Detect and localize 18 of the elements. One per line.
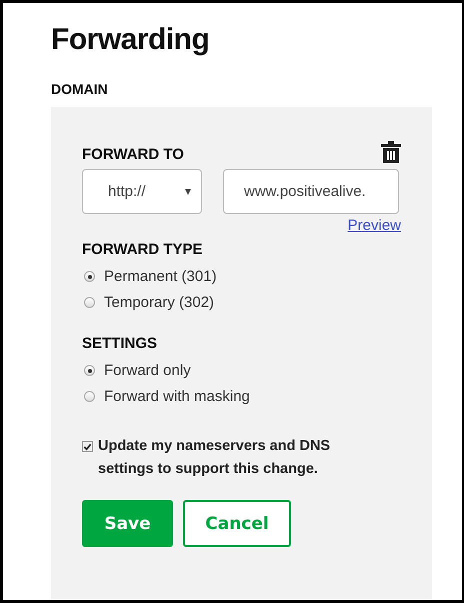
radio-option[interactable]: Forward only: [82, 362, 191, 379]
checkbox-label: Update my nameservers and DNS settings to support this change.: [98, 437, 332, 479]
radio-option[interactable]: Permanent (301): [82, 268, 217, 285]
option-label: Permanent (301): [104, 268, 217, 285]
option-label: Forward only: [104, 362, 191, 379]
option-label: Temporary (302): [104, 294, 214, 311]
protocol-dropdown[interactable]: http://: [82, 169, 202, 214]
field-label: FORWARD TO: [82, 146, 184, 163]
section-label: DOMAIN: [51, 81, 109, 97]
radio-option[interactable]: Temporary (302): [82, 294, 214, 311]
trash-icon[interactable]: [381, 141, 401, 163]
url-field[interactable]: www.positivealive.: [223, 169, 399, 214]
field-label: FORWARD TYPE: [82, 241, 203, 258]
preview-link[interactable]: Preview: [348, 217, 401, 234]
caret-icon: [185, 188, 191, 194]
checkbox[interactable]: [82, 441, 93, 452]
field-label: SETTINGS: [82, 335, 158, 352]
page-title: Forwarding: [51, 22, 210, 58]
